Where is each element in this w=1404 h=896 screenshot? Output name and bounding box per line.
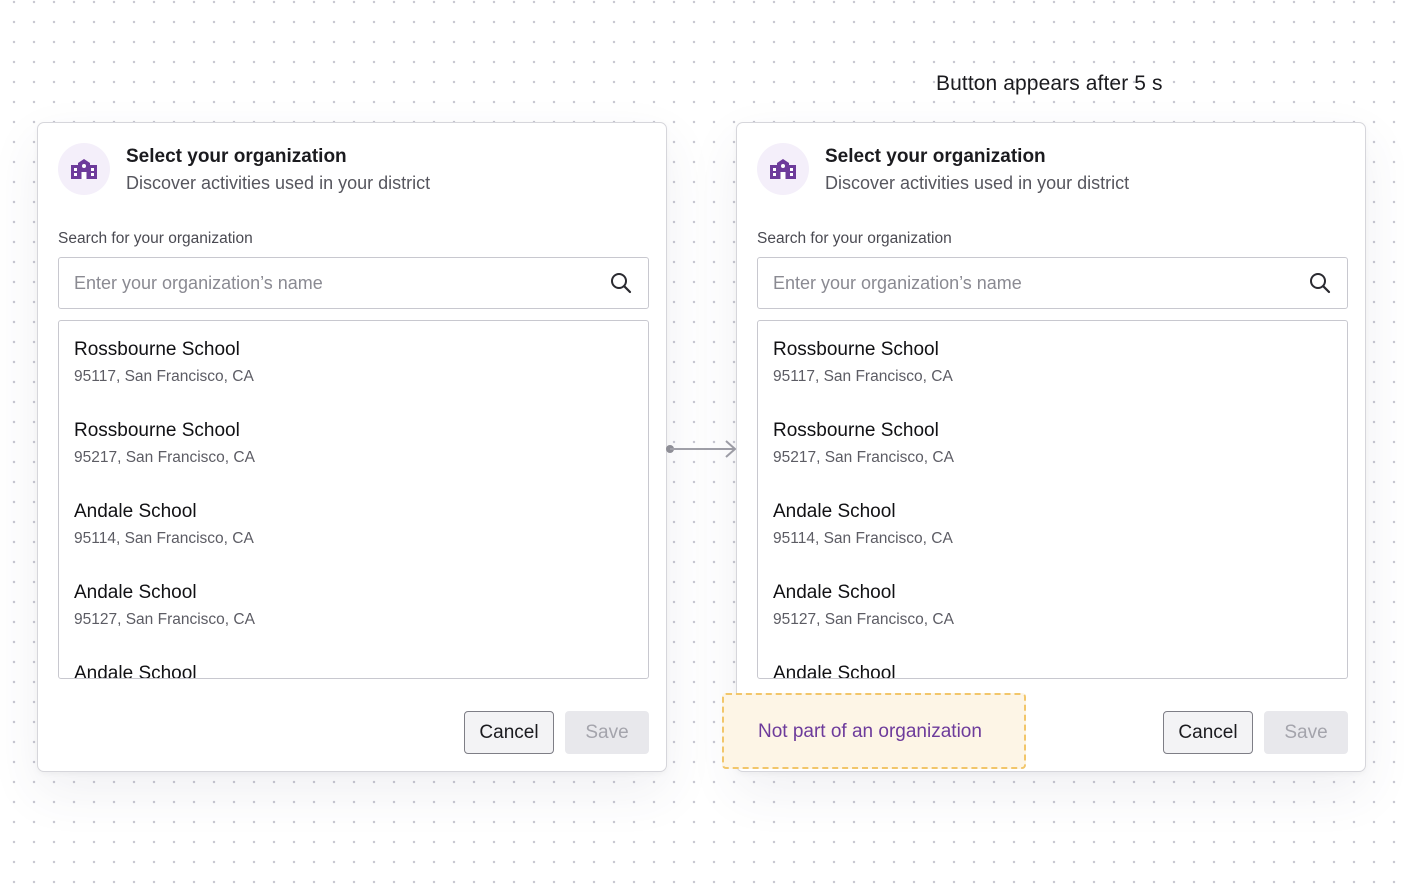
organization-name: Rossbourne School bbox=[773, 420, 939, 441]
organization-name: Andale School bbox=[74, 501, 197, 522]
organization-name: Andale School bbox=[74, 663, 197, 679]
search-input[interactable] bbox=[758, 258, 1288, 308]
search-label: Search for your organization bbox=[58, 230, 253, 247]
select-organization-dialog-initial: Select your organization Discover activi… bbox=[37, 122, 667, 772]
organization-address: 95114, San Francisco, CA bbox=[773, 530, 953, 547]
list-item[interactable]: Rossbourne School 95217, San Francisco, … bbox=[74, 420, 634, 480]
organization-address: 95127, San Francisco, CA bbox=[74, 611, 255, 628]
organization-name: Rossbourne School bbox=[773, 339, 939, 360]
organization-name: Andale School bbox=[773, 582, 896, 603]
cancel-button[interactable]: Cancel bbox=[464, 711, 554, 754]
organization-name: Andale School bbox=[74, 582, 197, 603]
organization-name: Rossbourne School bbox=[74, 420, 240, 441]
search-label: Search for your organization bbox=[757, 230, 952, 247]
list-item[interactable]: Andale School 95114, San Francisco, CA bbox=[74, 501, 634, 561]
organization-results-list[interactable]: Rossbourne School 95117, San Francisco, … bbox=[757, 320, 1348, 679]
school-building-icon bbox=[757, 143, 809, 195]
dialog-title: Select your organization bbox=[126, 146, 347, 167]
organization-name: Rossbourne School bbox=[74, 339, 240, 360]
list-item[interactable]: Andale School 95127, San Francisco, CA bbox=[773, 582, 1333, 642]
organization-address: 95127, San Francisco, CA bbox=[773, 611, 954, 628]
list-item[interactable]: Andale School 95127, San Francisco, CA bbox=[74, 582, 634, 642]
annotation-label: Button appears after 5 s bbox=[936, 72, 1163, 95]
save-button[interactable]: Save bbox=[1264, 711, 1348, 754]
school-building-icon bbox=[58, 143, 110, 195]
search-icon[interactable] bbox=[610, 272, 632, 294]
search-icon[interactable] bbox=[1309, 272, 1331, 294]
organization-address: 95117, San Francisco, CA bbox=[773, 368, 953, 385]
cancel-button[interactable]: Cancel bbox=[1163, 711, 1253, 754]
arrow-right-icon bbox=[666, 440, 737, 458]
search-field[interactable] bbox=[757, 257, 1348, 309]
select-organization-dialog-after-delay: Select your organization Discover activi… bbox=[736, 122, 1366, 772]
organization-name: Andale School bbox=[773, 663, 896, 679]
organization-address: 95217, San Francisco, CA bbox=[74, 449, 255, 466]
organization-address: 95217, San Francisco, CA bbox=[773, 449, 954, 466]
dialog-title: Select your organization bbox=[825, 146, 1046, 167]
not-part-highlight: Not part of an organization bbox=[722, 693, 1026, 769]
search-input[interactable] bbox=[59, 258, 589, 308]
list-item[interactable]: Rossbourne School 95117, San Francisco, … bbox=[773, 339, 1333, 399]
organization-results-list[interactable]: Rossbourne School 95117, San Francisco, … bbox=[58, 320, 649, 679]
list-item[interactable]: Andale School bbox=[773, 663, 1333, 679]
list-item[interactable]: Andale School 95114, San Francisco, CA bbox=[773, 501, 1333, 561]
list-item[interactable]: Rossbourne School 95117, San Francisco, … bbox=[74, 339, 634, 399]
dialog-subtitle: Discover activities used in your distric… bbox=[126, 173, 431, 193]
not-part-of-organization-button[interactable]: Not part of an organization bbox=[758, 721, 982, 743]
save-button[interactable]: Save bbox=[565, 711, 649, 754]
organization-name: Andale School bbox=[773, 501, 896, 522]
organization-address: 95117, San Francisco, CA bbox=[74, 368, 254, 385]
dialog-subtitle: Discover activities used in your distric… bbox=[825, 173, 1130, 193]
search-field[interactable] bbox=[58, 257, 649, 309]
list-item[interactable]: Rossbourne School 95217, San Francisco, … bbox=[773, 420, 1333, 480]
list-item[interactable]: Andale School bbox=[74, 663, 634, 679]
organization-address: 95114, San Francisco, CA bbox=[74, 530, 254, 547]
